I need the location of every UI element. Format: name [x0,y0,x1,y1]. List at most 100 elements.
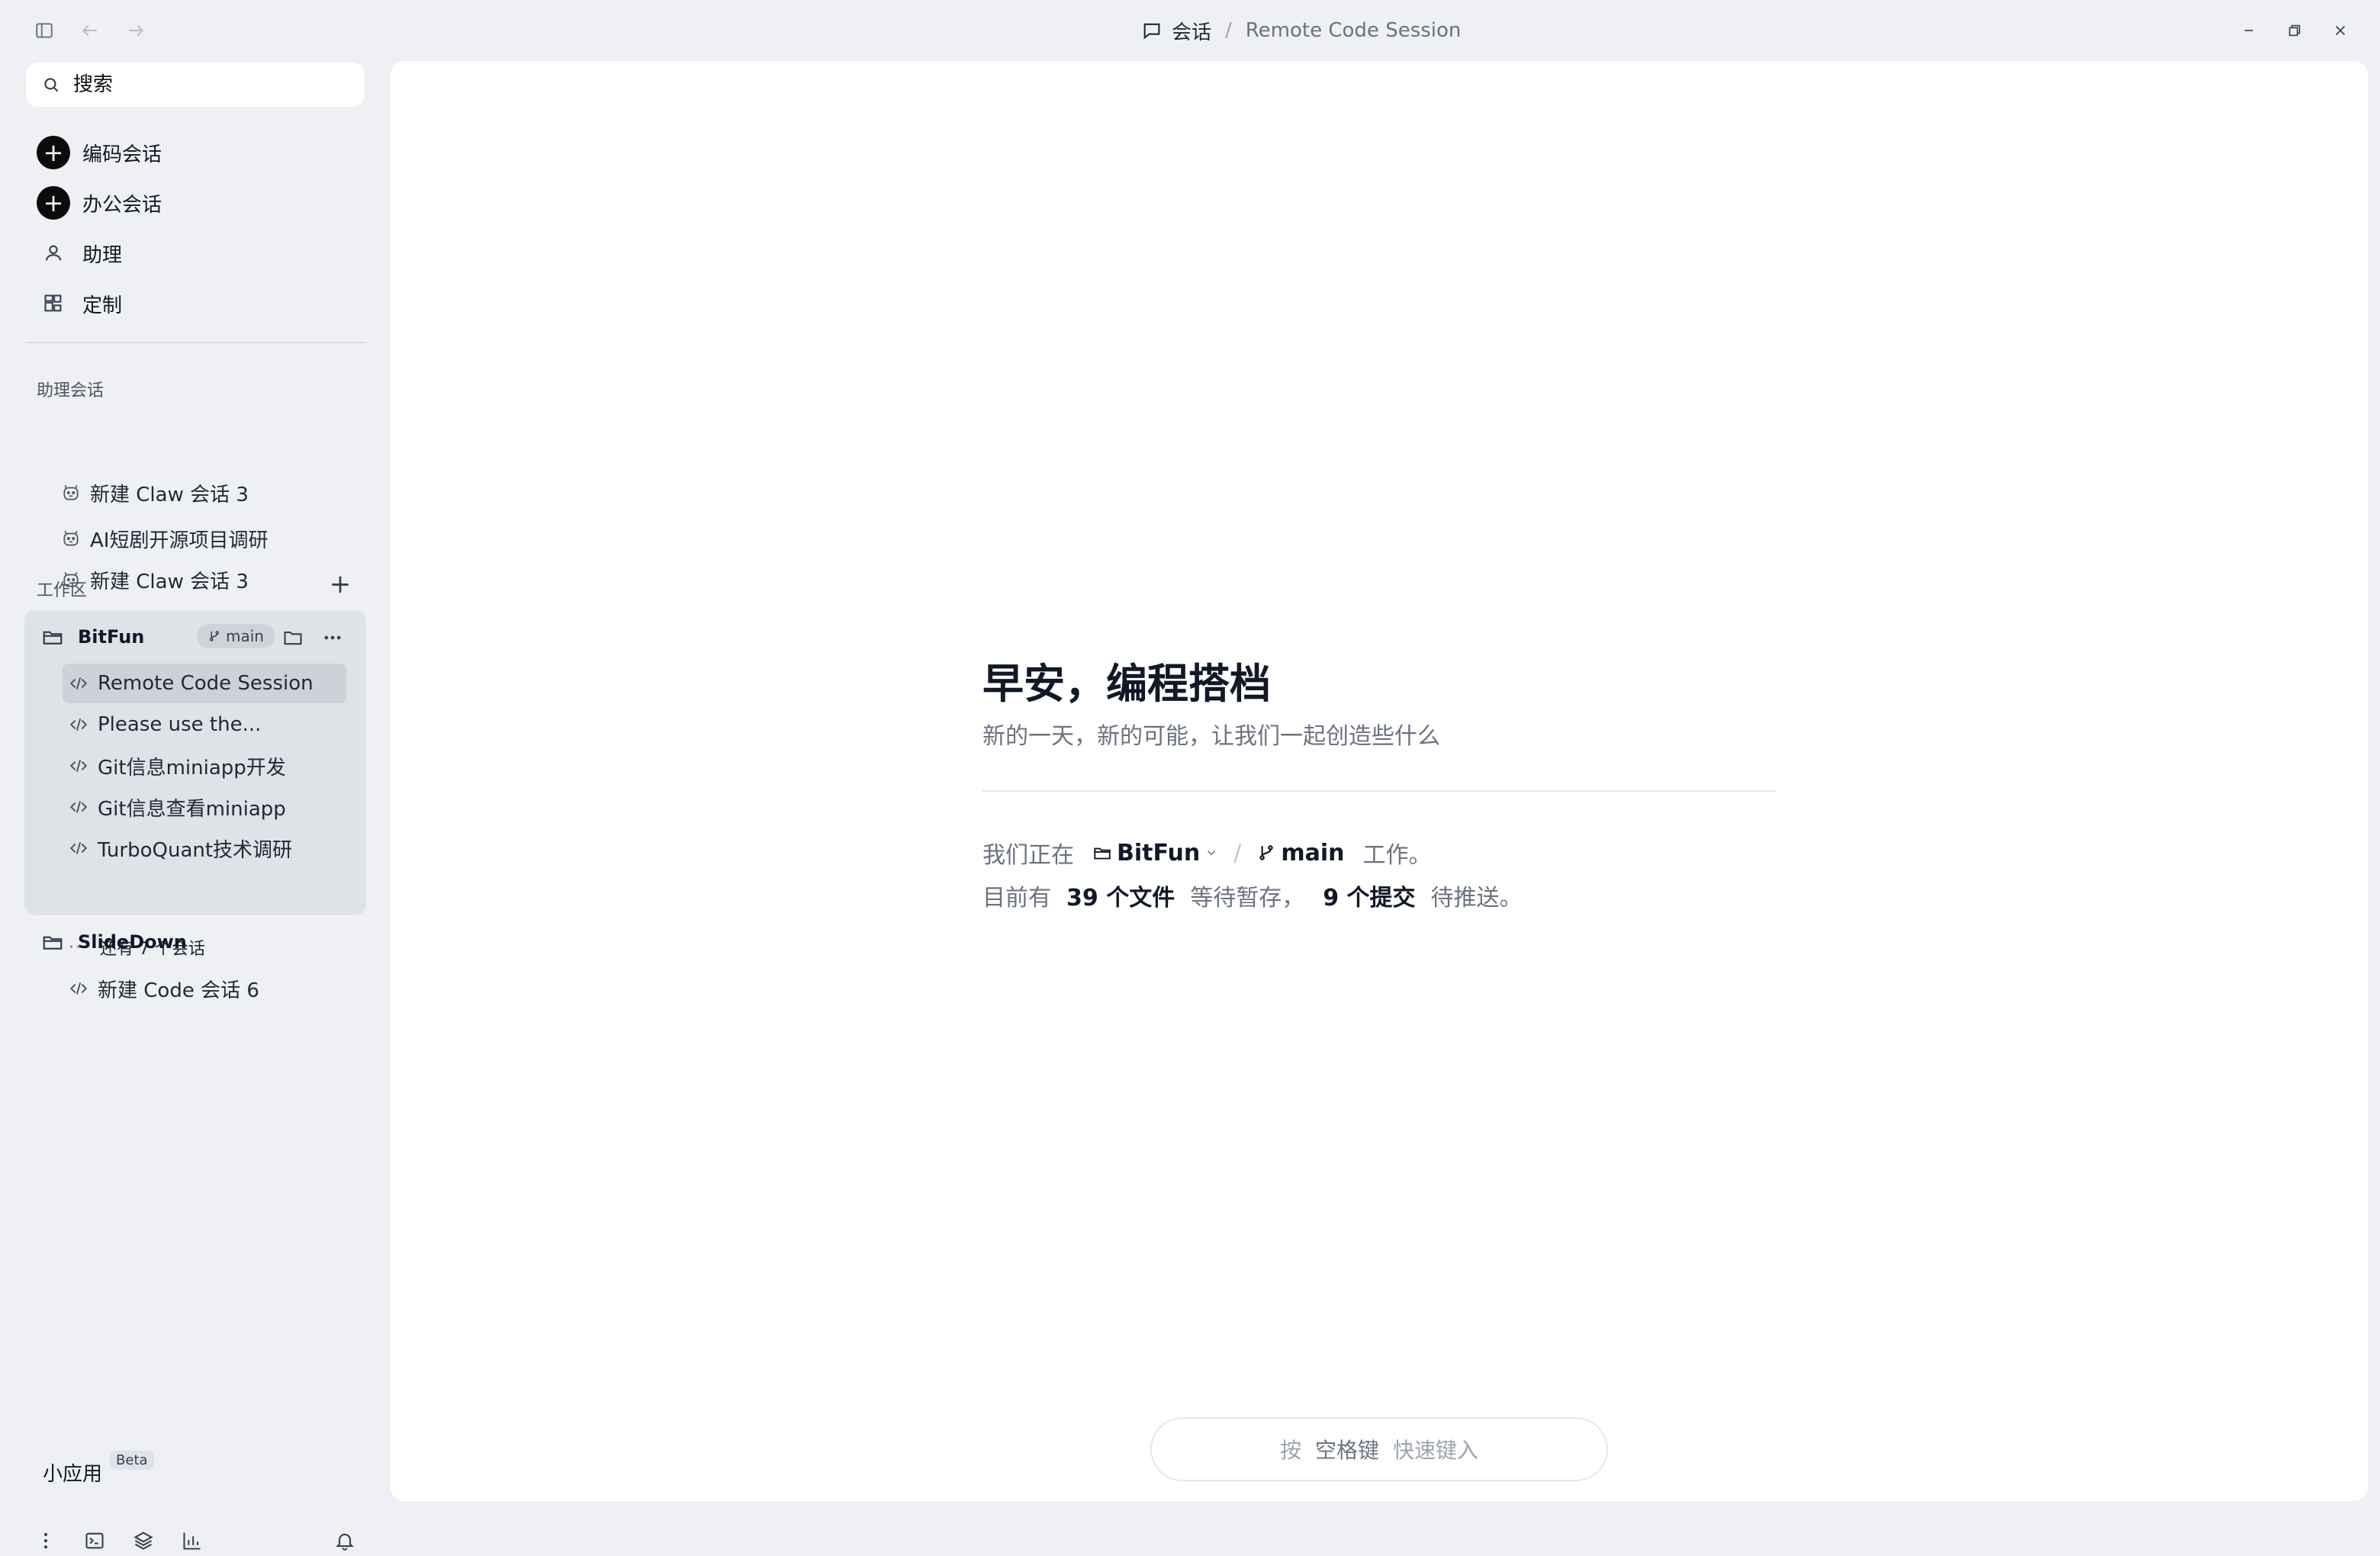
widgets-icon [37,287,70,320]
code-icon [69,677,88,690]
greeting-divider [983,790,1776,792]
workspace-header-bitfun[interactable]: BitFun [41,616,144,657]
breadcrumb: 会话 / Remote Code Session [1141,14,1461,47]
terminal-icon[interactable] [79,1525,110,1556]
bot-face-icon [63,484,79,500]
chevron-down-icon [1208,850,1216,856]
quick-key: 空格键 [1314,1438,1379,1463]
search-icon [44,78,59,92]
quick-action: 快速键入 [1393,1438,1479,1463]
pending-suffix: 待推送。 [1430,885,1523,911]
pending-mid: 等待暂存， [1190,885,1305,911]
files-count[interactable]: 39 个文件 [1066,879,1175,912]
breadcrumb-root[interactable]: 会话 [1172,17,1211,45]
search-input[interactable] [73,73,348,96]
nav-assistant[interactable]: 助理 [37,235,122,272]
session-label: 新建 Code 会话 6 [98,979,259,1002]
quick-input-hint[interactable]: 按 空格键 快速键入 [1150,1417,1608,1481]
back-arrow-icon[interactable] [75,15,105,46]
session-item[interactable]: 新建 Code 会话 6 [63,969,346,1008]
code-icon [69,982,88,995]
folder-open-icon [43,936,63,950]
nav-label: 编码会话 [82,143,162,166]
workspace-label: 工作区 [37,581,88,600]
assistant-session-label: 新建 Claw 会话 3 [90,570,249,593]
workspace-name: SlideDown [78,931,187,953]
session-item[interactable]: Git信息查看miniapp [63,787,346,827]
minimize-icon[interactable] [2234,15,2264,46]
folder-open-icon [1094,847,1111,860]
working-prefix: 我们正在 [983,842,1074,869]
plus-circle-icon: + [37,186,70,220]
bell-icon[interactable] [330,1525,360,1556]
project-name: BitFun [1117,839,1201,866]
session-label: TurboQuant技术调研 [98,838,293,862]
sidebar-divider [26,342,366,343]
project-selector[interactable]: BitFun [1092,840,1218,866]
greeting-subtitle: 新的一天，新的可能，让我们一起创造些什么 [983,723,1440,750]
code-icon [69,760,88,772]
session-item[interactable]: Please use the... [63,705,346,744]
miniapp-label: 小应用 [43,1463,103,1486]
path-separator-icon: / [1233,839,1242,866]
session-label: Please use the... [98,713,262,736]
branch-badge: main [197,624,275,648]
greeting-title: 早安，编程搭档 [983,660,1271,708]
nav-new-code-session[interactable]: + 编码会话 [37,134,162,171]
assistant-session-item[interactable]: 新建 Claw 会话 3 [61,563,249,596]
plus-circle-icon: + [37,136,70,169]
session-label: Git信息miniapp开发 [98,756,286,780]
assistant-session-item[interactable]: AI短剧开源项目调研 [61,522,268,555]
breadcrumb-separator: / [1225,19,1232,42]
session-item[interactable]: Git信息miniapp开发 [63,746,346,786]
sidebar-toggle-icon[interactable] [29,15,60,46]
assistant-session-item[interactable]: 新建 Claw 会话 3 [61,476,249,510]
nav-label: 助理 [82,243,123,267]
session-label: Remote Code Session [98,672,314,695]
assistant-sessions-label: 助理会话 [37,381,105,400]
miniapp-entry[interactable]: 小应用 Beta [43,1451,154,1487]
git-branch-icon [1259,845,1273,860]
branch-selector[interactable]: main [1256,840,1344,866]
workspace-header-slidedown[interactable]: SlideDown [41,921,187,963]
layers-icon[interactable] [128,1525,159,1556]
session-item-active[interactable]: Remote Code Session [63,664,346,703]
breadcrumb-current: Remote Code Session [1245,19,1462,42]
more-options-button[interactable] [317,622,348,653]
more-vertical-icon[interactable] [31,1525,61,1556]
pending-prefix: 目前有 [983,885,1051,911]
bar-chart-icon[interactable] [177,1525,207,1556]
branch-name: main [1281,839,1345,866]
working-suffix: 工作。 [1362,842,1432,869]
commits-count[interactable]: 9 个提交 [1323,879,1415,912]
more-horizontal-icon [324,635,341,640]
nav-new-office-session[interactable]: + 办公会话 [37,185,162,221]
title-bar: 会话 / Remote Code Session [0,0,2380,61]
add-workspace-button[interactable]: + [326,569,354,600]
beta-badge: Beta [110,1451,154,1470]
folder-open-icon [43,631,63,645]
branch-name: main [226,627,264,645]
working-status-row: 我们正在 BitFun / main 工作。 [983,834,1431,871]
session-label: Git信息查看miniapp [98,797,286,821]
nav-label: 办公会话 [82,193,162,217]
open-folder-button[interactable] [278,622,308,653]
close-icon[interactable] [2325,15,2356,46]
person-icon [37,236,70,270]
code-icon [69,842,88,854]
bot-face-icon [63,530,79,546]
code-icon [69,719,88,731]
git-branch-icon [210,631,219,641]
search-box[interactable] [26,63,365,107]
restore-icon[interactable] [2279,15,2310,46]
nav-customize[interactable]: 定制 [37,285,122,322]
quick-press: 按 [1279,1438,1301,1463]
main-panel [391,61,2368,1501]
chat-bubble-icon [1143,23,1160,40]
forward-arrow-icon[interactable] [121,15,151,46]
pending-status-row: 目前有 39 个文件 等待暂存， 9 个提交 待推送。 [983,877,1523,914]
assistant-session-label: 新建 Claw 会话 3 [90,483,249,506]
workspace-name: BitFun [78,626,145,648]
nav-label: 定制 [82,294,123,317]
session-item[interactable]: TurboQuant技术调研 [63,828,346,868]
